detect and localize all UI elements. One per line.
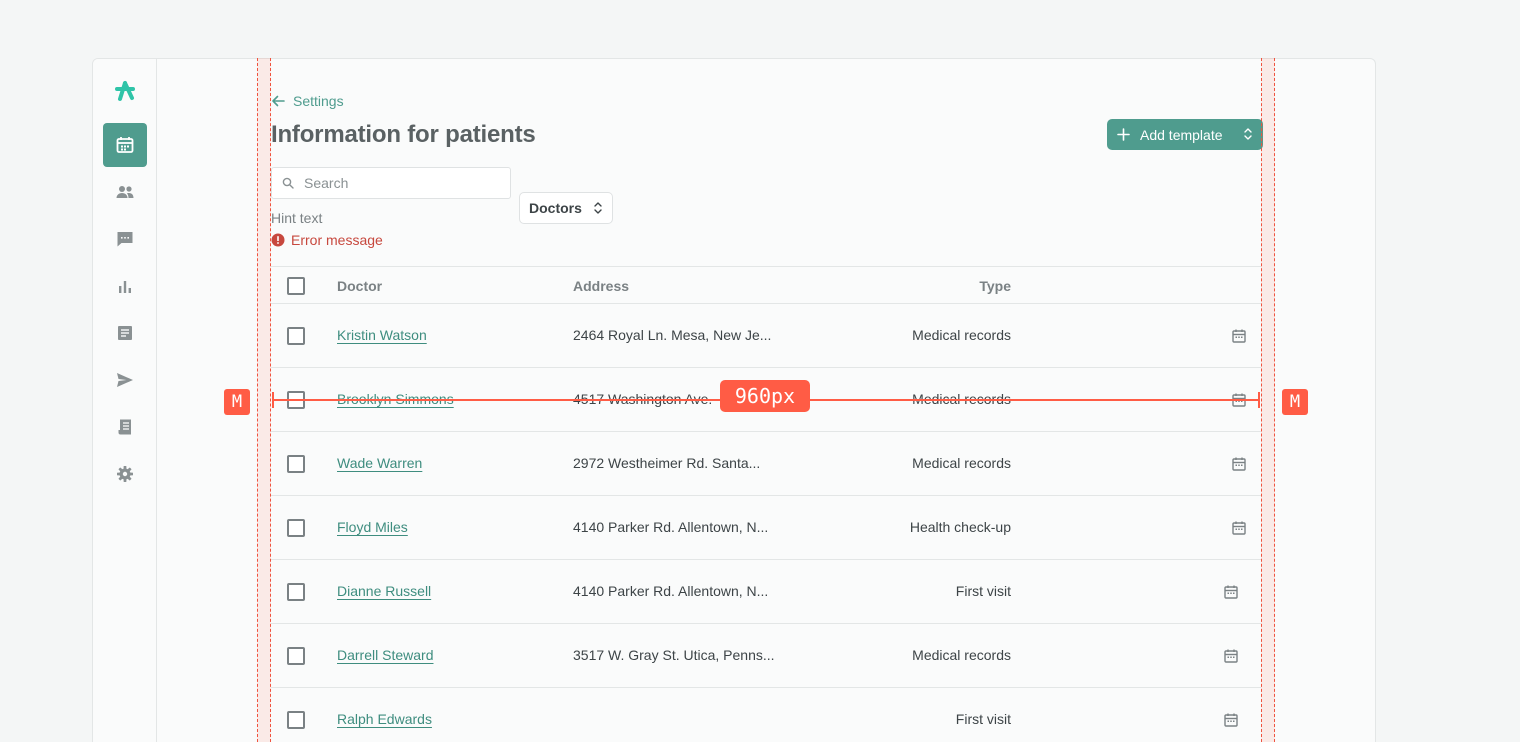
type-cell: Medical records	[912, 455, 1011, 471]
doctor-link[interactable]: Ralph Edwards	[337, 711, 432, 727]
doctor-link[interactable]: Wade Warren	[337, 455, 422, 471]
sidebar-item-receipts[interactable]	[103, 405, 147, 449]
measure-tick	[272, 392, 274, 408]
table-row[interactable]: Darrell Steward 3517 W. Gray St. Utica, …	[271, 624, 1261, 688]
select-all-checkbox[interactable]	[287, 277, 305, 295]
table-row[interactable]: Kristin Watson 2464 Royal Ln. Mesa, New …	[271, 304, 1261, 368]
chevron-updown-icon	[594, 202, 602, 214]
sidebar	[93, 59, 157, 742]
row-checkbox[interactable]	[287, 583, 305, 601]
page-title: Information for patients	[271, 121, 536, 148]
logo-icon	[115, 81, 135, 101]
templates-table: Doctor Address Type Kristin Watson 2464 …	[271, 266, 1261, 742]
guide-line	[1261, 58, 1262, 742]
calendar-icon[interactable]	[1231, 456, 1247, 472]
doctors-select[interactable]: Doctors	[519, 192, 613, 224]
calendar-icon[interactable]	[1223, 648, 1239, 664]
address-cell: 2464 Royal Ln. Mesa, New Je...	[573, 327, 772, 343]
sidebar-item-statistics[interactable]	[103, 264, 147, 308]
send-icon	[117, 373, 133, 387]
margin-badge-right: M	[1282, 389, 1308, 415]
plus-icon	[1117, 128, 1130, 141]
sidebar-item-send[interactable]	[103, 358, 147, 402]
back-link[interactable]: Settings	[271, 93, 344, 109]
row-checkbox[interactable]	[287, 711, 305, 729]
hint-text: Hint text	[271, 210, 323, 226]
sidebar-item-documents[interactable]	[103, 311, 147, 355]
bar-chart-icon	[119, 281, 131, 293]
column-header-type[interactable]: Type	[979, 278, 1011, 294]
address-cell: 2972 Westheimer Rd. Santa...	[573, 455, 761, 471]
type-cell: Health check-up	[909, 519, 1011, 535]
error-message-label: Error message	[291, 232, 383, 248]
search-icon	[282, 177, 294, 189]
doctors-select-value: Doctors	[529, 200, 582, 216]
sidebar-item-calendar[interactable]	[103, 123, 147, 167]
doctor-link[interactable]: Kristin Watson	[337, 327, 427, 343]
row-checkbox[interactable]	[287, 455, 305, 473]
table-row[interactable]: Ralph Edwards First visit	[271, 688, 1261, 742]
guide-line	[1274, 58, 1275, 742]
table-header: Doctor Address Type	[271, 266, 1261, 304]
doctor-link[interactable]: Dianne Russell	[337, 583, 431, 599]
row-checkbox[interactable]	[287, 647, 305, 665]
table-row[interactable]: Floyd Miles 4140 Parker Rd. Allentown, N…	[271, 496, 1261, 560]
calendar-icon[interactable]	[1231, 520, 1247, 536]
add-template-button[interactable]: Add template	[1107, 119, 1263, 150]
document-icon	[118, 326, 132, 340]
guide-line	[257, 58, 258, 742]
back-link-label: Settings	[293, 93, 344, 109]
table-row[interactable]: Dianne Russell 4140 Parker Rd. Allentown…	[271, 560, 1261, 624]
calendar-icon	[116, 137, 134, 153]
calendar-icon[interactable]	[1223, 712, 1239, 728]
people-icon	[116, 186, 134, 198]
calendar-icon[interactable]	[1231, 328, 1247, 344]
sidebar-item-people[interactable]	[103, 170, 147, 214]
error-icon	[271, 233, 285, 247]
sidebar-item-settings[interactable]	[103, 452, 147, 496]
type-cell: First visit	[955, 711, 1011, 727]
arrow-left-icon	[272, 95, 285, 107]
column-header-address[interactable]: Address	[573, 278, 629, 294]
doctor-link[interactable]: Floyd Miles	[337, 519, 408, 535]
calendar-icon[interactable]	[1223, 584, 1239, 600]
measure-tick	[1258, 392, 1260, 408]
doctor-link[interactable]: Darrell Steward	[337, 647, 433, 663]
receipt-icon	[118, 419, 131, 435]
column-header-doctor[interactable]: Doctor	[337, 278, 382, 294]
type-cell: First visit	[955, 583, 1011, 599]
row-checkbox[interactable]	[287, 327, 305, 345]
margin-guide-left	[257, 58, 271, 742]
margin-guide-right	[1261, 58, 1275, 742]
address-cell: 3517 W. Gray St. Utica, Penns...	[573, 647, 775, 663]
type-cell: Medical records	[912, 327, 1011, 343]
search-input[interactable]	[304, 175, 494, 191]
chevron-updown-icon	[1244, 128, 1252, 140]
margin-badge-left: M	[224, 389, 250, 415]
gear-icon	[117, 466, 133, 482]
row-checkbox[interactable]	[287, 519, 305, 537]
guide-line	[270, 58, 271, 742]
type-cell: Medical records	[912, 647, 1011, 663]
error-message: Error message	[271, 232, 383, 248]
chat-icon	[117, 232, 133, 247]
address-cell: 4140 Parker Rd. Allentown, N...	[573, 519, 769, 535]
add-template-label: Add template	[1140, 126, 1223, 143]
table-row[interactable]: Wade Warren 2972 Westheimer Rd. Santa...…	[271, 432, 1261, 496]
sidebar-item-messages[interactable]	[103, 217, 147, 261]
search-field	[271, 167, 511, 199]
address-cell: 4140 Parker Rd. Allentown, N...	[573, 583, 769, 599]
width-measure-label: 960px	[720, 380, 810, 412]
